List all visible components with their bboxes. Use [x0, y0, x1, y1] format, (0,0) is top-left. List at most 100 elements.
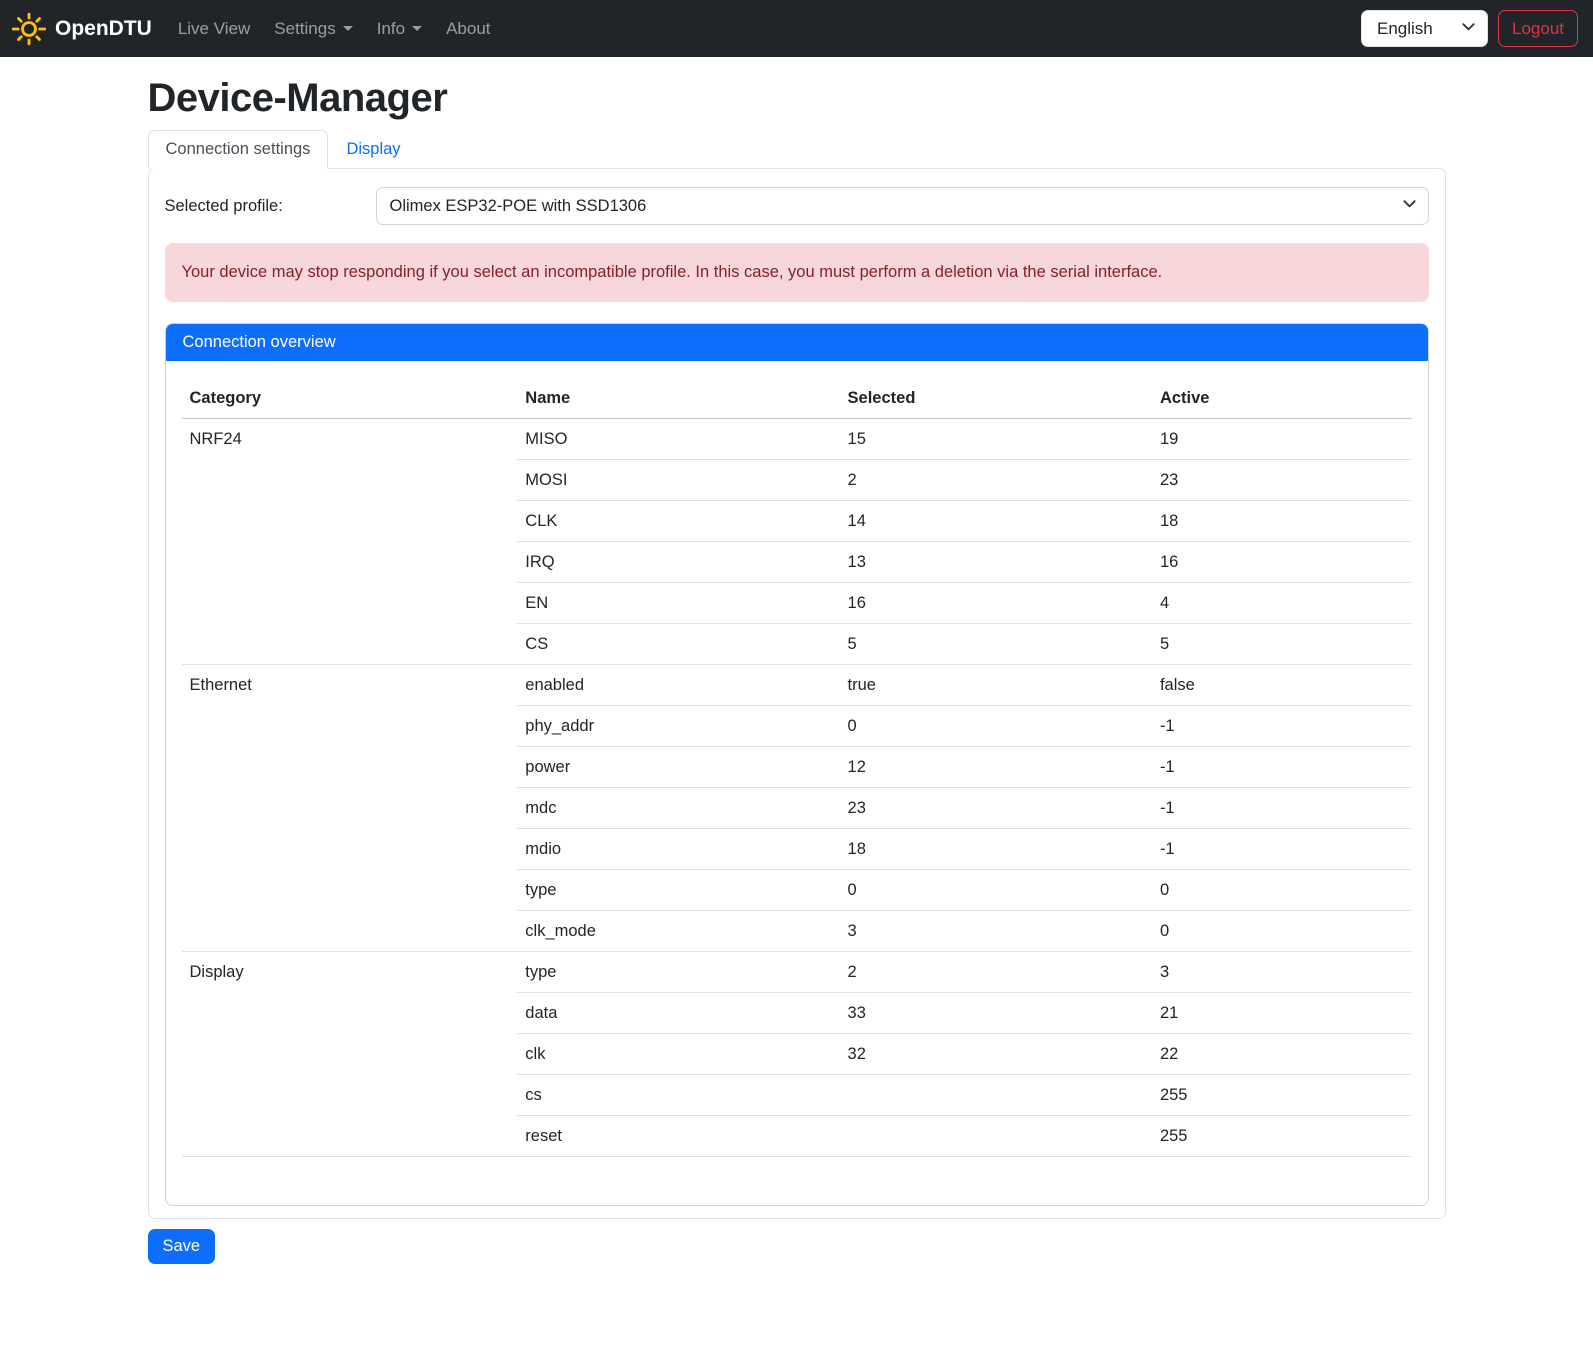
chevron-down-icon: [1402, 196, 1417, 216]
nav-item-live-view[interactable]: Live View: [169, 11, 259, 47]
nav-item-label: Settings: [274, 19, 335, 39]
column-header-active: Active: [1152, 378, 1412, 419]
cell-name: EN: [517, 583, 839, 624]
nav-item-label: Live View: [178, 19, 250, 39]
nav-item-label: Info: [377, 19, 405, 39]
main-container: Device-Manager Connection settings Displ…: [148, 76, 1446, 1264]
table-header-row: Category Name Selected Active: [182, 378, 1412, 419]
cell-selected: 14: [840, 501, 1152, 542]
cell-active: 255: [1152, 1075, 1412, 1116]
column-header-category: Category: [182, 378, 518, 419]
connection-overview-card: Connection overview Category Name Select…: [165, 323, 1429, 1206]
incompatible-profile-warning: Your device may stop responding if you s…: [165, 243, 1429, 302]
cell-active: false: [1152, 665, 1412, 706]
cell-selected: 5: [840, 624, 1152, 665]
cell-name: clk: [517, 1034, 839, 1075]
column-header-selected: Selected: [840, 378, 1152, 419]
cell-active: 0: [1152, 911, 1412, 952]
cell-category: Ethernet: [182, 665, 518, 952]
brand[interactable]: OpenDTU: [12, 12, 152, 46]
cell-selected: 13: [840, 542, 1152, 583]
cell-name: type: [517, 870, 839, 911]
cell-name: CS: [517, 624, 839, 665]
profile-select-value: Olimex ESP32-POE with SSD1306: [390, 197, 647, 216]
cell-name: CLK: [517, 501, 839, 542]
cell-selected: [840, 1075, 1152, 1116]
language-select-value: English: [1377, 19, 1433, 39]
cell-name: clk_mode: [517, 911, 839, 952]
cell-category: Display: [182, 952, 518, 1157]
table-row: Ethernetenabledtruefalse: [182, 665, 1412, 706]
sun-icon: [12, 12, 46, 46]
cell-name: power: [517, 747, 839, 788]
cell-name: mdio: [517, 829, 839, 870]
cell-selected: true: [840, 665, 1152, 706]
cell-active: 5: [1152, 624, 1412, 665]
nav-item-info[interactable]: Info: [368, 11, 431, 47]
chevron-down-icon: [412, 26, 422, 31]
cell-name: phy_addr: [517, 706, 839, 747]
cell-selected: 16: [840, 583, 1152, 624]
connection-overview-header: Connection overview: [166, 324, 1428, 361]
cell-active: 0: [1152, 870, 1412, 911]
cell-selected: 12: [840, 747, 1152, 788]
cell-selected: 23: [840, 788, 1152, 829]
column-header-name: Name: [517, 378, 839, 419]
cell-active: 4: [1152, 583, 1412, 624]
logout-button[interactable]: Logout: [1498, 10, 1578, 47]
table-row: Displaytype23: [182, 952, 1412, 993]
cell-selected: 15: [840, 419, 1152, 460]
cell-name: enabled: [517, 665, 839, 706]
navbar-right: English Logout: [1361, 10, 1578, 47]
tab-content-card: Selected profile: Olimex ESP32-POE with …: [148, 168, 1446, 1219]
cell-name: IRQ: [517, 542, 839, 583]
cell-name: MOSI: [517, 460, 839, 501]
cell-selected: 2: [840, 952, 1152, 993]
cell-active: 16: [1152, 542, 1412, 583]
brand-label: OpenDTU: [55, 17, 152, 41]
cell-active: -1: [1152, 706, 1412, 747]
chevron-down-icon: [343, 26, 353, 31]
cell-selected: 0: [840, 706, 1152, 747]
cell-selected: 0: [840, 870, 1152, 911]
cell-name: type: [517, 952, 839, 993]
cell-active: 19: [1152, 419, 1412, 460]
cell-active: 255: [1152, 1116, 1412, 1157]
chevron-down-icon: [1461, 19, 1476, 39]
cell-active: -1: [1152, 829, 1412, 870]
table-row: NRF24MISO1519: [182, 419, 1412, 460]
cell-name: reset: [517, 1116, 839, 1157]
tab-display[interactable]: Display: [328, 130, 418, 169]
cell-active: 23: [1152, 460, 1412, 501]
nav-item-settings[interactable]: Settings: [265, 11, 361, 47]
profile-select[interactable]: Olimex ESP32-POE with SSD1306: [376, 187, 1429, 225]
save-button[interactable]: Save: [148, 1229, 216, 1264]
profile-row: Selected profile: Olimex ESP32-POE with …: [165, 187, 1429, 225]
cell-active: 22: [1152, 1034, 1412, 1075]
page-title: Device-Manager: [148, 76, 1446, 121]
cell-active: -1: [1152, 747, 1412, 788]
cell-name: data: [517, 993, 839, 1034]
navbar-menu: Live View Settings Info About: [166, 11, 503, 47]
overview-table-body: NRF24MISO1519MOSI223CLK1418IRQ1316EN164C…: [182, 419, 1412, 1157]
connection-overview-table: Category Name Selected Active NRF24MISO1…: [182, 378, 1412, 1157]
tab-connection-settings[interactable]: Connection settings: [148, 130, 329, 169]
cell-selected: 3: [840, 911, 1152, 952]
cell-name: cs: [517, 1075, 839, 1116]
cell-name: mdc: [517, 788, 839, 829]
cell-active: 21: [1152, 993, 1412, 1034]
cell-active: 3: [1152, 952, 1412, 993]
language-select[interactable]: English: [1361, 10, 1488, 47]
cell-name: MISO: [517, 419, 839, 460]
cell-selected: [840, 1116, 1152, 1157]
cell-selected: 2: [840, 460, 1152, 501]
cell-selected: 32: [840, 1034, 1152, 1075]
cell-category: NRF24: [182, 419, 518, 665]
cell-active: -1: [1152, 788, 1412, 829]
cell-selected: 33: [840, 993, 1152, 1034]
nav-item-label: About: [446, 19, 490, 39]
cell-active: 18: [1152, 501, 1412, 542]
profile-select-label: Selected profile:: [165, 197, 376, 216]
nav-item-about[interactable]: About: [437, 11, 499, 47]
tab-bar: Connection settings Display: [148, 130, 1446, 169]
